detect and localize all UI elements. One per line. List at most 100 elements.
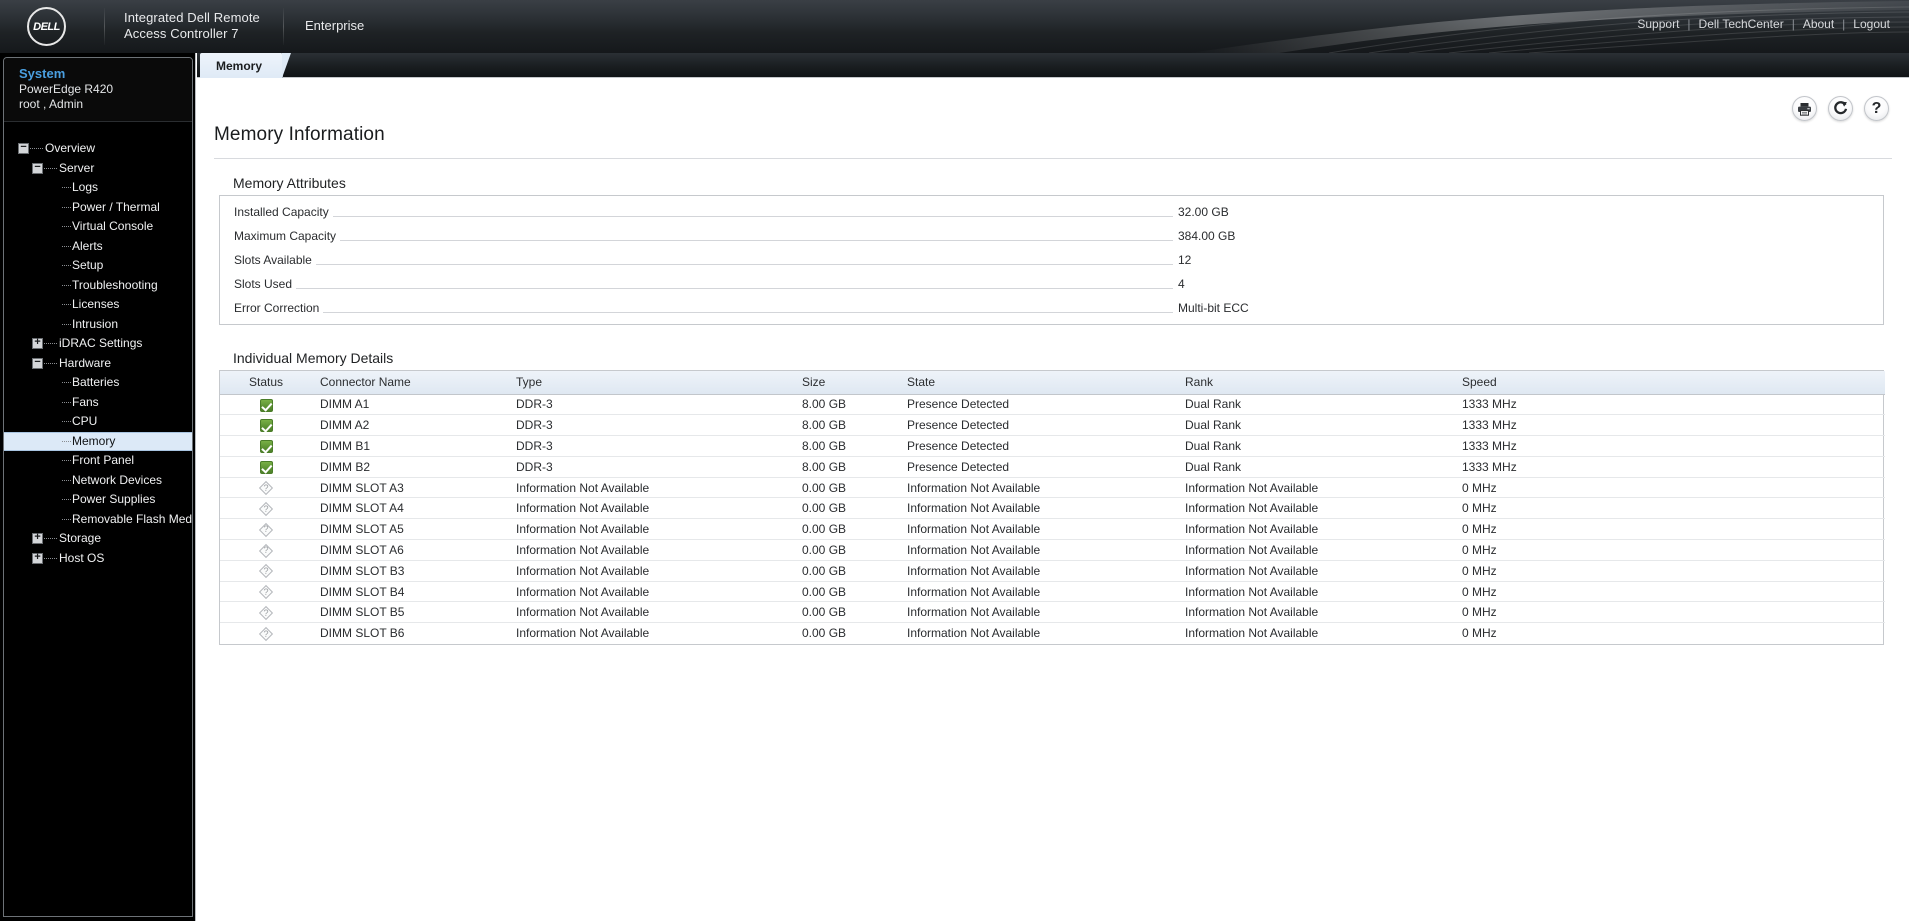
memory-details-panel: Status Connector Name Type Size State Rank Spe… [219, 370, 1885, 645]
tree-connector-line [62, 284, 71, 286]
cell-size: 0.00 GB [794, 497, 899, 520]
status-ok-icon [220, 456, 312, 478]
sidebar-panel: System PowerEdge R420 root , Admin − Over… [3, 57, 193, 917]
about-link[interactable]: About [1802, 17, 1835, 31]
sidebar-item-host-os[interactable]: + Host OS [4, 549, 192, 569]
sidebar-item-licenses[interactable]: Licenses [4, 295, 192, 315]
sidebar-item-network-devices[interactable]: Network Devices [4, 471, 192, 491]
status-ok-icon [220, 435, 312, 457]
status-unknown-icon: ? [220, 560, 312, 582]
sidebar-item-logs[interactable]: Logs [4, 178, 192, 198]
table-row: ? DIMM SLOT B3 Information Not Available 0.… [220, 560, 1885, 582]
cell-speed: 0 MHz [1462, 626, 1497, 641]
cell-type: Information Not Available [508, 518, 794, 541]
sidebar-item-intrusion[interactable]: Intrusion [4, 315, 192, 335]
content-area: Memory Information ? Memory Attributes I… [197, 78, 1909, 921]
sidebar-item-label: Front Panel [72, 453, 135, 467]
tree-connector-line [62, 440, 71, 442]
sidebar-item-server[interactable]: − Server [4, 159, 192, 179]
column-header-size: Size [794, 371, 899, 395]
cell-connector: DIMM SLOT B3 [312, 560, 508, 582]
cell-size: 0.00 GB [794, 581, 899, 603]
table-row: DIMM B1 DDR-3 8.00 GB Presence Detected Dual… [220, 435, 1885, 457]
table-row: ? DIMM SLOT B4 Information Not Available 0.… [220, 581, 1885, 603]
cell-type: DDR-3 [508, 435, 794, 457]
status-unknown-icon: ? [220, 581, 312, 603]
cell-size: 0.00 GB [802, 626, 847, 641]
sidebar-item-fans[interactable]: Fans [4, 393, 192, 413]
sidebar-item-alerts[interactable]: Alerts [4, 237, 192, 257]
tree-collapse-icon[interactable]: − [32, 162, 43, 174]
tab-strip: Memory [197, 53, 1909, 78]
cell-type: Information Not Available [508, 560, 794, 582]
cell-rank: Dual Rank [1177, 414, 1454, 437]
sidebar-item-power-supplies[interactable]: Power Supplies [4, 490, 192, 510]
question-diamond-icon: ? [258, 564, 273, 579]
sidebar-item-storage[interactable]: + Storage [4, 529, 192, 549]
sidebar-item-label: Host OS [59, 550, 105, 565]
cell-rank: Information Not Available [1177, 601, 1454, 624]
sidebar-item-cpu[interactable]: CPU [4, 412, 192, 432]
attribute-value: 4 [1173, 277, 1873, 291]
attribute-label: Error Correction [234, 301, 324, 315]
cell-state: Information Not Available [899, 518, 1177, 541]
sidebar-item-overview[interactable]: − Overview [4, 139, 192, 159]
question-diamond-icon: ? [258, 481, 273, 496]
sidebar-item-memory[interactable]: Memory [4, 431, 192, 451]
dell-techcenter-link[interactable]: Dell TechCenter [1698, 17, 1785, 31]
sidebar-item-troubleshooting[interactable]: Troubleshooting [4, 276, 192, 296]
tree-connector-line [62, 265, 71, 267]
help-icon[interactable]: ? [1864, 96, 1889, 121]
sidebar-item-virtual-console[interactable]: Virtual Console [4, 217, 192, 237]
tree-connector-line [62, 226, 71, 228]
sidebar-item-label: Licenses [72, 297, 120, 311]
cell-rank: Information Not Available [1177, 560, 1454, 582]
column-header-state: State [899, 371, 1177, 395]
cell-state: Information Not Available [899, 601, 1177, 624]
sidebar-item-label: Power / Thermal [72, 199, 160, 214]
sidebar-item-label: iDRAC Settings [59, 336, 143, 350]
logout-link[interactable]: Logout [1852, 17, 1891, 31]
sidebar-item-removable-flash-media[interactable]: Removable Flash Media [4, 510, 192, 530]
cell-speed: 0 MHz [1454, 477, 1885, 499]
tree-collapse-icon[interactable]: − [18, 143, 29, 155]
tree-expand-icon[interactable]: + [32, 338, 43, 350]
support-link[interactable]: Support [1636, 17, 1680, 31]
tab-memory[interactable]: Memory [200, 53, 292, 78]
sidebar-item-label: Alerts [72, 238, 103, 253]
cell-size: 0.00 GB [794, 539, 899, 561]
product-name-line1: Integrated Dell Remote [124, 10, 260, 25]
question-diamond-icon: ? [258, 522, 273, 537]
sidebar-item-hardware[interactable]: − Hardware [4, 354, 192, 374]
sidebar-item-power-thermal[interactable]: Power / Thermal [4, 198, 192, 218]
link-separator: | [1791, 17, 1795, 31]
refresh-icon[interactable] [1828, 96, 1853, 121]
tree-collapse-icon[interactable]: − [32, 357, 43, 369]
status-unknown-icon: ? [220, 623, 312, 644]
header-divider [283, 8, 284, 45]
cell-state: Information Not Available [899, 497, 1177, 520]
table-row: DIMM A1 DDR-3 8.00 GB Presence Detected Dual… [220, 394, 1885, 416]
memory-details-heading: Individual Memory Details [233, 350, 394, 366]
sidebar-item-batteries[interactable]: Batteries [4, 373, 192, 393]
check-icon [259, 398, 273, 412]
print-icon[interactable] [1792, 96, 1817, 121]
cell-connector: DIMM B1 [312, 435, 508, 457]
attribute-leader-line [315, 263, 1173, 265]
memory-attribute-row: Maximum Capacity 384.00 GB [220, 224, 1883, 248]
main-content: Memory Memory Information ? Memory Attri… [197, 53, 1909, 921]
status-unknown-icon: ? [220, 497, 312, 520]
sidebar-item-idrac-settings[interactable]: + iDRAC Settings [4, 334, 192, 354]
header-links: Support | Dell TechCenter | About | Logo… [1636, 17, 1891, 31]
cell-state: Information Not Available [899, 581, 1177, 603]
sidebar-item-setup[interactable]: Setup [4, 256, 192, 276]
status-unknown-icon: ? [220, 518, 312, 541]
status-unknown-icon: ? [220, 601, 312, 624]
tree-expand-icon[interactable]: + [32, 552, 43, 564]
tree-expand-icon[interactable]: + [32, 533, 43, 545]
sidebar-item-label: Intrusion [72, 316, 119, 331]
sidebar-item-front-panel[interactable]: Front Panel [4, 451, 192, 471]
attribute-label: Slots Used [234, 277, 297, 291]
attribute-label: Installed Capacity [234, 205, 333, 219]
sidebar-item-label: Troubleshooting [72, 277, 158, 292]
